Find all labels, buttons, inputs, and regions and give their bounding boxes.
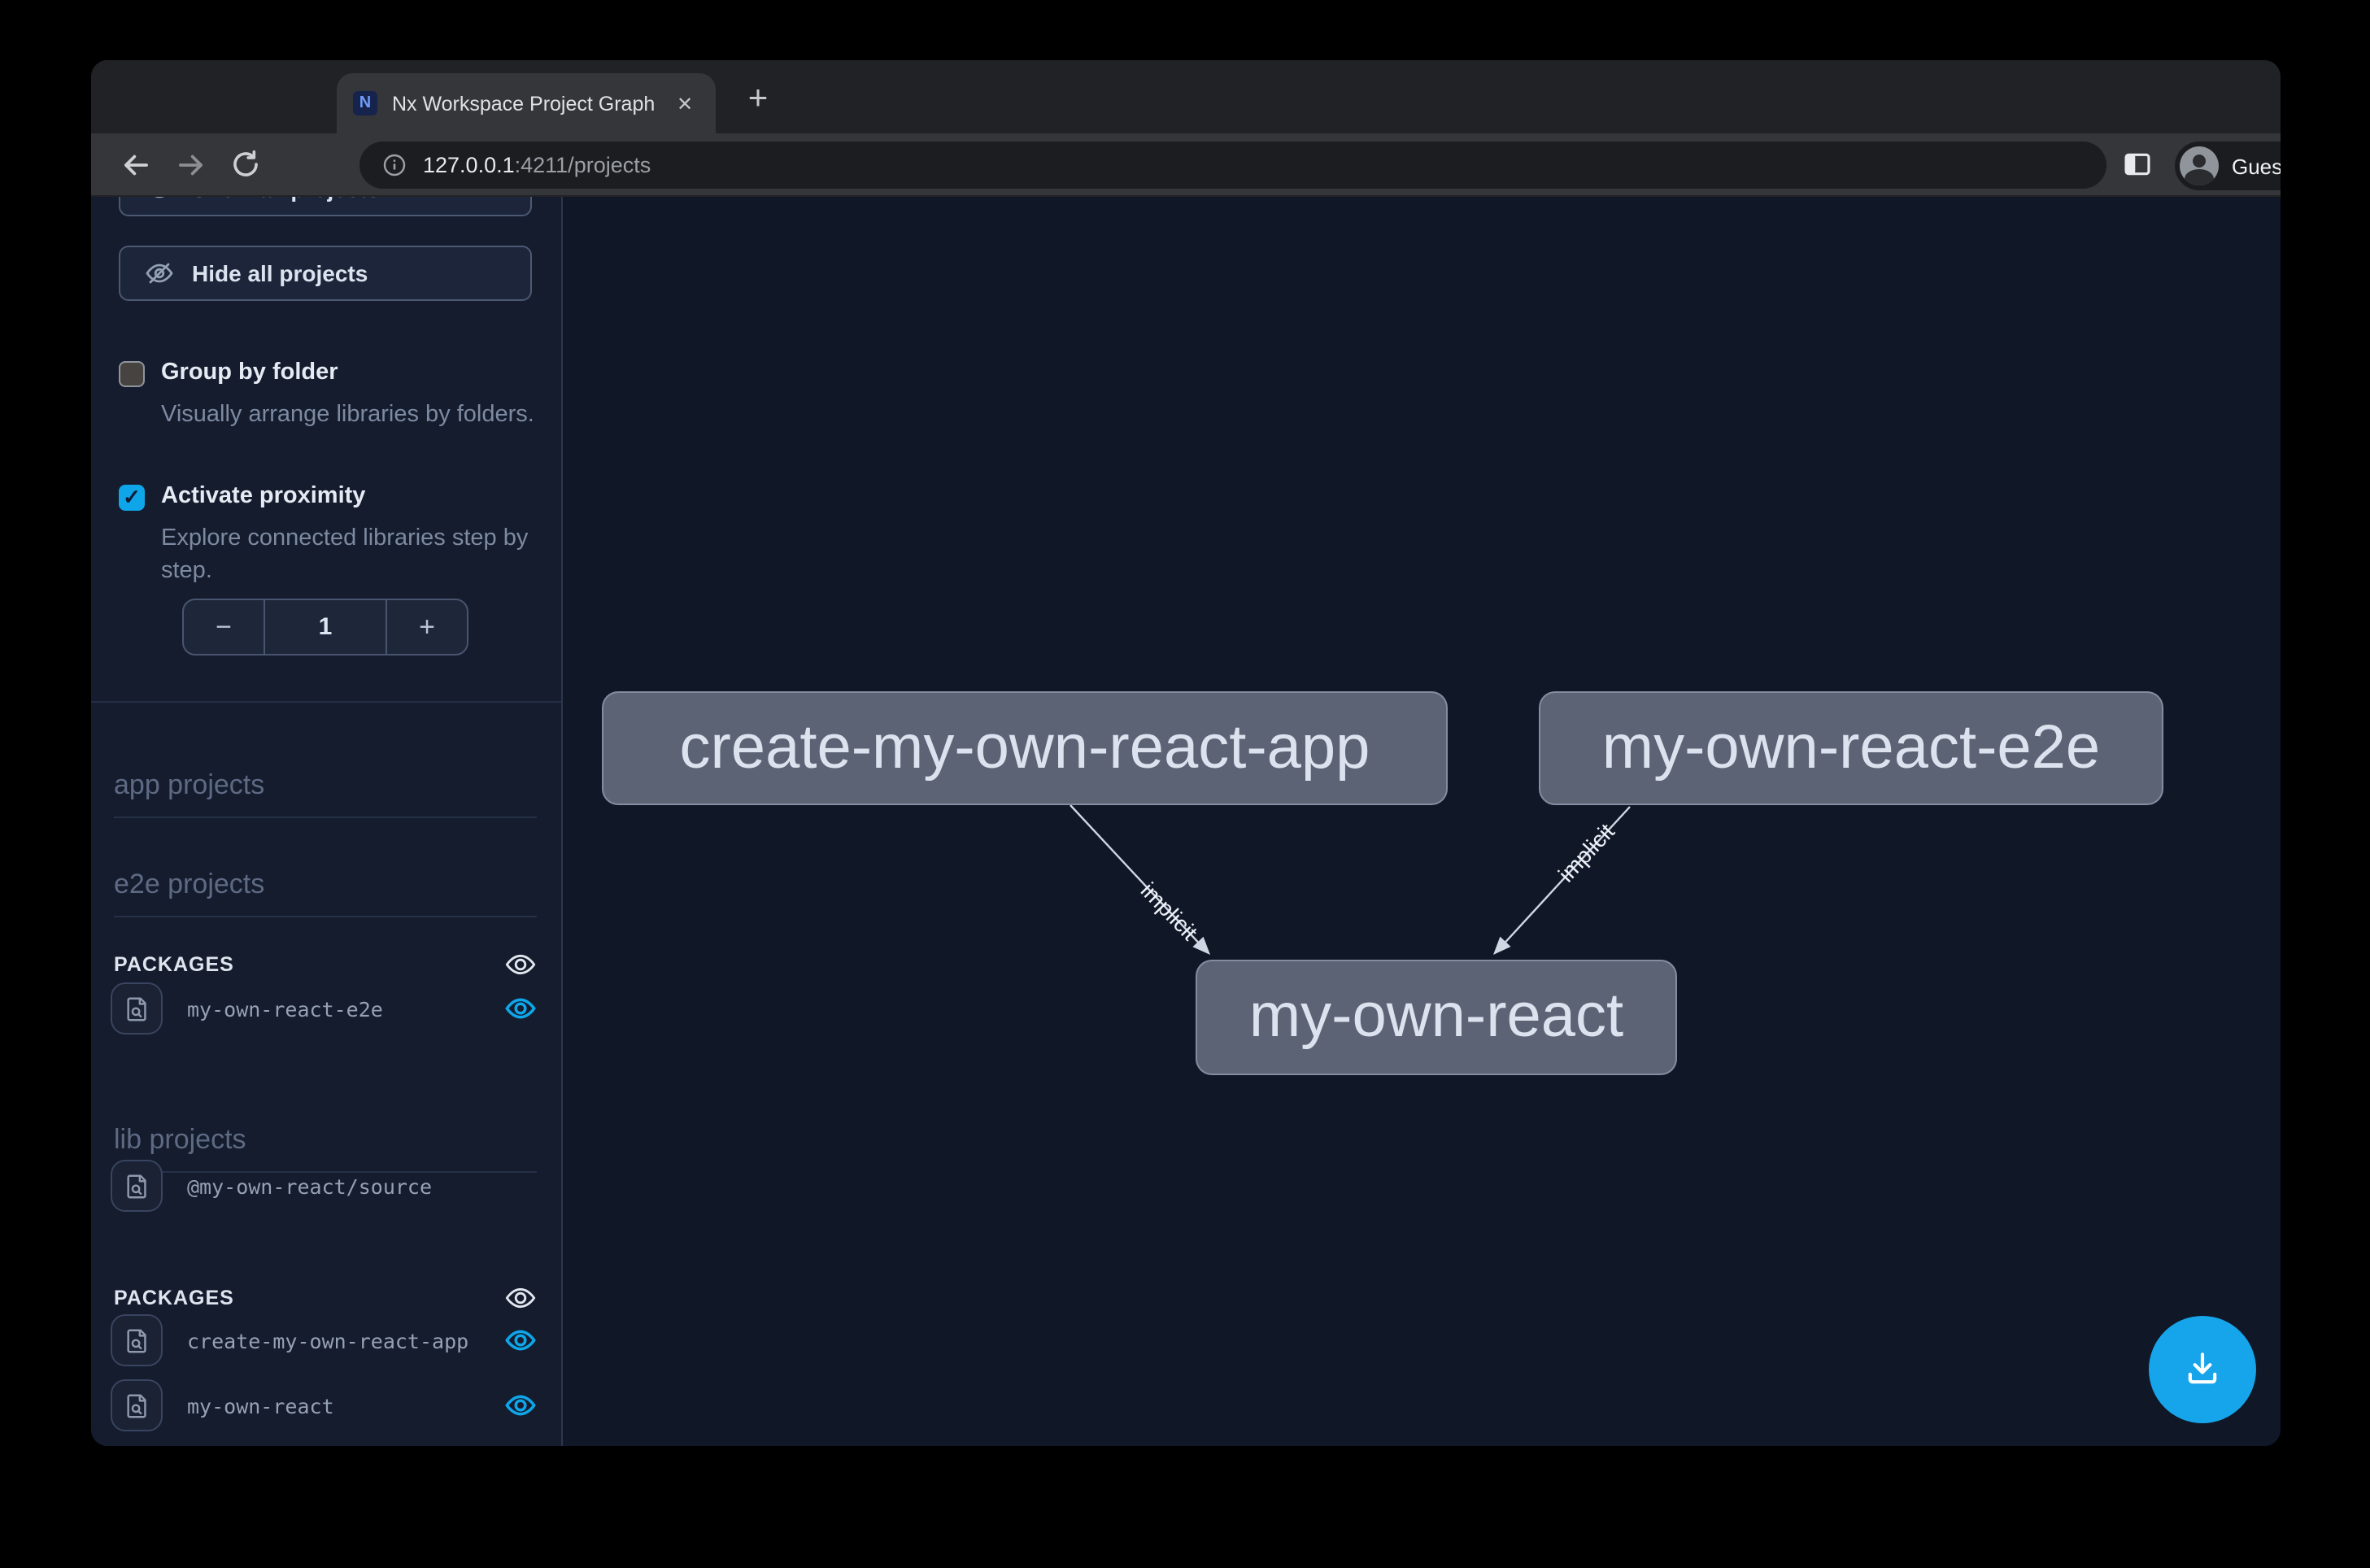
hide-all-projects-button[interactable]: Hide all projects xyxy=(119,246,532,301)
download-image-button[interactable] xyxy=(2149,1316,2256,1423)
section-header-e2e-projects: e2e projects xyxy=(114,869,537,917)
packages-header: PACKAGES xyxy=(114,1282,537,1314)
graph-node-create-my-own-react-app[interactable]: create-my-own-react-app xyxy=(602,691,1448,805)
section-header-app-projects: app projects xyxy=(114,769,537,818)
graph-node-my-own-react-e2e[interactable]: my-own-react-e2e xyxy=(1539,691,2163,805)
focus-project-button[interactable] xyxy=(111,982,163,1034)
focus-project-button[interactable] xyxy=(111,1314,163,1366)
proximity-stepper: − 1 + xyxy=(182,599,468,656)
packages-eye-button[interactable] xyxy=(504,948,537,981)
activate-proximity-description: Explore connected libraries step by step… xyxy=(161,522,561,587)
graph-canvas[interactable]: implicit implicit create-my-own-react-ap… xyxy=(561,197,2281,1446)
download-icon xyxy=(2180,1347,2225,1392)
sidebar-divider xyxy=(91,701,561,703)
project-name: @my-own-react/source xyxy=(187,1174,537,1198)
project-row-my-own-react: my-own-react xyxy=(111,1379,537,1431)
decrement-button[interactable]: − xyxy=(184,600,264,654)
project-name: my-own-react-e2e xyxy=(187,996,504,1021)
file-search-icon xyxy=(123,995,150,1022)
packages-eye-button[interactable] xyxy=(504,1282,537,1314)
graph-edges: implicit implicit xyxy=(563,197,2281,1446)
eye-icon xyxy=(145,197,174,203)
screen: N Nx Workspace Project Graph ✕ + 127.0 xyxy=(0,0,2370,1568)
project-row-my-own-react-source: @my-own-react/source xyxy=(111,1160,537,1212)
project-eye-button[interactable] xyxy=(504,1324,537,1357)
side-panel-button[interactable] xyxy=(2123,150,2152,187)
address-bar[interactable]: 127.0.0.1:4211/projects xyxy=(359,142,2106,189)
profile-label: Guest xyxy=(2232,154,2281,178)
packages-header-label: PACKAGES xyxy=(114,1287,234,1309)
increment-button[interactable]: + xyxy=(387,600,467,654)
site-info-icon[interactable] xyxy=(382,153,407,177)
project-eye-button[interactable] xyxy=(504,992,537,1025)
project-name: my-own-react xyxy=(187,1393,504,1418)
graph-node-my-own-react[interactable]: my-own-react xyxy=(1196,960,1677,1075)
nx-favicon-icon: N xyxy=(353,91,377,115)
reload-button[interactable] xyxy=(221,140,270,189)
tab-strip: N Nx Workspace Project Graph ✕ + xyxy=(91,60,2281,133)
tab-title: Nx Workspace Project Graph xyxy=(392,92,670,115)
activate-proximity-checkbox[interactable]: ✓ xyxy=(119,485,145,511)
url-path: :4211/projects xyxy=(515,153,651,177)
project-name: create-my-own-react-app xyxy=(187,1328,504,1352)
file-search-icon xyxy=(123,1326,150,1354)
group-by-folder-checkbox[interactable] xyxy=(119,361,145,387)
group-by-folder-option: Group by folder xyxy=(119,359,338,387)
project-row-create-my-own-react-app: create-my-own-react-app xyxy=(111,1314,537,1366)
url-text: 127.0.0.1:4211/projects xyxy=(423,153,651,177)
file-search-icon xyxy=(123,1392,150,1419)
activate-proximity-option: ✓ Activate proximity xyxy=(119,483,365,511)
packages-header: PACKAGES xyxy=(114,948,537,981)
browser-window: N Nx Workspace Project Graph ✕ + 127.0 xyxy=(91,60,2281,1446)
side-panel-icon xyxy=(2123,150,2152,179)
show-all-projects-button[interactable]: Show all projects xyxy=(119,197,532,216)
forward-button[interactable] xyxy=(166,140,215,189)
group-by-folder-description: Visually arrange libraries by folders. xyxy=(161,399,561,431)
group-by-folder-label: Group by folder xyxy=(161,359,338,387)
edge-label: implicit xyxy=(1136,878,1203,945)
edge-label: implicit xyxy=(1553,819,1619,887)
show-all-projects-label: Show all projects xyxy=(192,197,379,202)
new-tab-button[interactable]: + xyxy=(735,76,781,122)
app-content: Show all projects Hide all projects Grou… xyxy=(91,197,2281,1446)
stepper-value: 1 xyxy=(264,600,387,654)
back-button[interactable] xyxy=(111,140,159,189)
file-search-icon xyxy=(123,1172,150,1200)
packages-header-label: PACKAGES xyxy=(114,953,234,976)
focus-project-button[interactable] xyxy=(111,1160,163,1212)
hide-all-projects-label: Hide all projects xyxy=(192,260,368,286)
browser-tab[interactable]: N Nx Workspace Project Graph ✕ xyxy=(337,73,716,133)
profile-button[interactable]: Guest xyxy=(2175,142,2281,190)
sidebar: Show all projects Hide all projects Grou… xyxy=(91,197,561,1446)
avatar-icon xyxy=(2180,146,2219,185)
tab-close-icon[interactable]: ✕ xyxy=(670,89,699,118)
project-eye-button[interactable] xyxy=(504,1389,537,1422)
browser-toolbar: 127.0.0.1:4211/projects Guest xyxy=(91,133,2281,197)
focus-project-button[interactable] xyxy=(111,1379,163,1431)
activate-proximity-label: Activate proximity xyxy=(161,483,365,511)
url-host: 127.0.0.1 xyxy=(423,153,515,177)
project-row-my-own-react-e2e: my-own-react-e2e xyxy=(111,982,537,1034)
eye-off-icon xyxy=(145,259,174,288)
